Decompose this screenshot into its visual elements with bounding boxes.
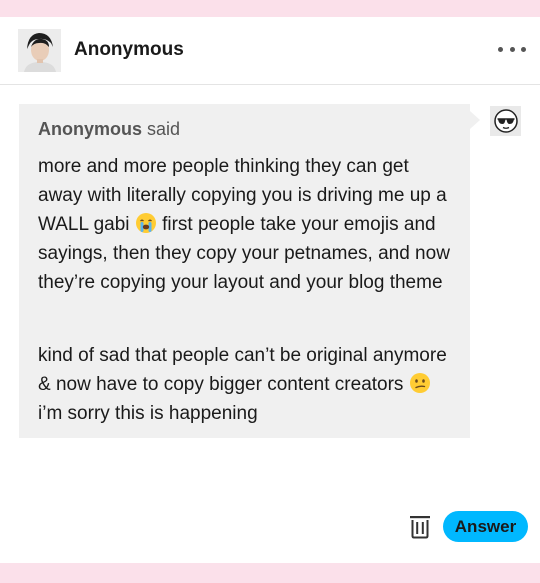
author-avatar[interactable] — [18, 29, 61, 72]
ask-paragraph-2-part-1: kind of sad that people can’t be origina… — [38, 345, 447, 395]
trash-icon[interactable] — [408, 513, 432, 539]
asker-avatar[interactable] — [490, 106, 521, 136]
more-horizontal-icon[interactable] — [498, 39, 526, 59]
ask-said-line: Anonymous said — [38, 119, 180, 140]
ask-paragraph-2: kind of sad that people can’t be origina… — [38, 341, 458, 428]
post-header: Anonymous — [0, 17, 540, 85]
user-photo-avatar-icon — [18, 29, 61, 72]
ask-paragraph-1: more and more people thinking they can g… — [38, 152, 458, 297]
author-name[interactable]: Anonymous — [74, 39, 184, 61]
said-label: said — [147, 119, 181, 139]
ask-paragraph-2-part-2: i’m sorry this is happening — [38, 403, 258, 424]
ask-bubble-tail — [470, 111, 480, 129]
confused-emoji-icon — [409, 373, 430, 393]
ask-bubble: Anonymous said more and more people thin… — [19, 104, 470, 438]
anonymous-sunglasses-icon — [493, 109, 518, 133]
asker-name: Anonymous — [38, 119, 143, 139]
post-card: Anonymous Anonymous said more and more p… — [0, 17, 540, 563]
loudly-crying-emoji-icon — [135, 213, 156, 233]
trash-glyph — [410, 516, 430, 539]
answer-button[interactable]: Answer — [443, 511, 528, 542]
